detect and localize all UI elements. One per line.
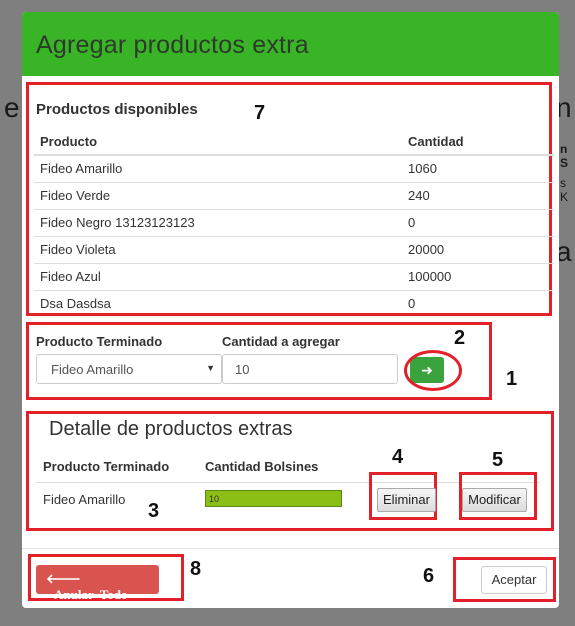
table-row[interactable]: Fideo Negro 13123123123 0 bbox=[34, 208, 554, 236]
table-header-row: Producto Cantidad bbox=[34, 128, 554, 156]
caret-down-icon: ▼ bbox=[206, 363, 215, 373]
product-quantity-cell: 0 bbox=[402, 289, 554, 317]
table-row[interactable]: Dsa Dasdsa 0 bbox=[34, 289, 554, 317]
product-quantity-cell: 1060 bbox=[402, 154, 554, 182]
product-name-cell: Fideo Verde bbox=[34, 181, 402, 209]
annotation-number-7: 7 bbox=[254, 102, 266, 124]
annotation-number-2: 2 bbox=[454, 327, 466, 349]
producto-terminado-select[interactable]: Fideo Amarillo ▼ bbox=[36, 354, 222, 384]
product-quantity-cell: 20000 bbox=[402, 235, 554, 263]
annotation-number-6: 6 bbox=[423, 565, 435, 587]
column-header-cantidad: Cantidad bbox=[402, 128, 554, 156]
product-quantity-cell: 240 bbox=[402, 181, 554, 209]
available-products-table: Producto Cantidad Fideo Amarillo 1060 Fi… bbox=[34, 128, 554, 317]
available-products-title: Productos disponibles bbox=[36, 101, 198, 118]
annotation-number-4: 4 bbox=[392, 446, 404, 468]
product-name-cell: Fideo Azul bbox=[34, 262, 402, 290]
annotation-number-1: 1 bbox=[506, 368, 518, 390]
cantidad-bolsines-input[interactable]: 10 bbox=[205, 490, 342, 507]
product-quantity-cell: 100000 bbox=[402, 262, 554, 290]
column-header-producto: Producto bbox=[34, 128, 402, 156]
select-value: Fideo Amarillo bbox=[51, 362, 134, 377]
product-name-cell: Dsa Dasdsa bbox=[34, 289, 402, 317]
annotation-number-8: 8 bbox=[190, 558, 202, 580]
annotation-number-3: 3 bbox=[148, 500, 160, 522]
detail-row-product: Fideo Amarillo bbox=[43, 492, 126, 507]
modificar-button[interactable]: Modificar bbox=[462, 488, 527, 512]
footer-divider bbox=[22, 548, 559, 549]
arrow-left-icon: 🡐 bbox=[46, 571, 81, 586]
detail-title: Detalle de productos extras bbox=[49, 418, 293, 440]
anular-label: Anular Todo bbox=[54, 587, 128, 602]
modal-title: Agregar productos extra bbox=[36, 31, 309, 59]
table-row[interactable]: Fideo Azul 100000 bbox=[34, 262, 554, 290]
annotation-number-5: 5 bbox=[492, 449, 504, 471]
product-quantity-cell: 0 bbox=[402, 208, 554, 236]
add-extra-products-modal: Agregar productos extra Productos dispon… bbox=[22, 12, 559, 608]
table-row[interactable]: Fideo Verde 240 bbox=[34, 181, 554, 209]
producto-terminado-label: Producto Terminado bbox=[36, 334, 163, 349]
product-name-cell: Fideo Violeta bbox=[34, 235, 402, 263]
detail-column-cantidad: Cantidad Bolsines bbox=[205, 459, 319, 474]
annotation-oval-2 bbox=[404, 350, 462, 391]
product-name-cell: Fideo Negro 13123123123 bbox=[34, 208, 402, 236]
aceptar-button[interactable]: Aceptar bbox=[481, 566, 547, 594]
table-row[interactable]: Fideo Violeta 20000 bbox=[34, 235, 554, 263]
cantidad-input[interactable]: 10 bbox=[222, 354, 398, 384]
detail-column-producto: Producto Terminado bbox=[43, 459, 170, 474]
cantidad-agregar-label: Cantidad a agregar bbox=[222, 334, 340, 349]
modal-header: Agregar productos extra bbox=[22, 12, 559, 76]
eliminar-button[interactable]: Eliminar bbox=[377, 488, 436, 512]
product-name-cell: Fideo Amarillo bbox=[34, 154, 402, 182]
table-row[interactable]: Fideo Amarillo 1060 bbox=[34, 154, 554, 182]
anular-todo-button[interactable]: 🡐 Anular Todo bbox=[36, 565, 159, 602]
